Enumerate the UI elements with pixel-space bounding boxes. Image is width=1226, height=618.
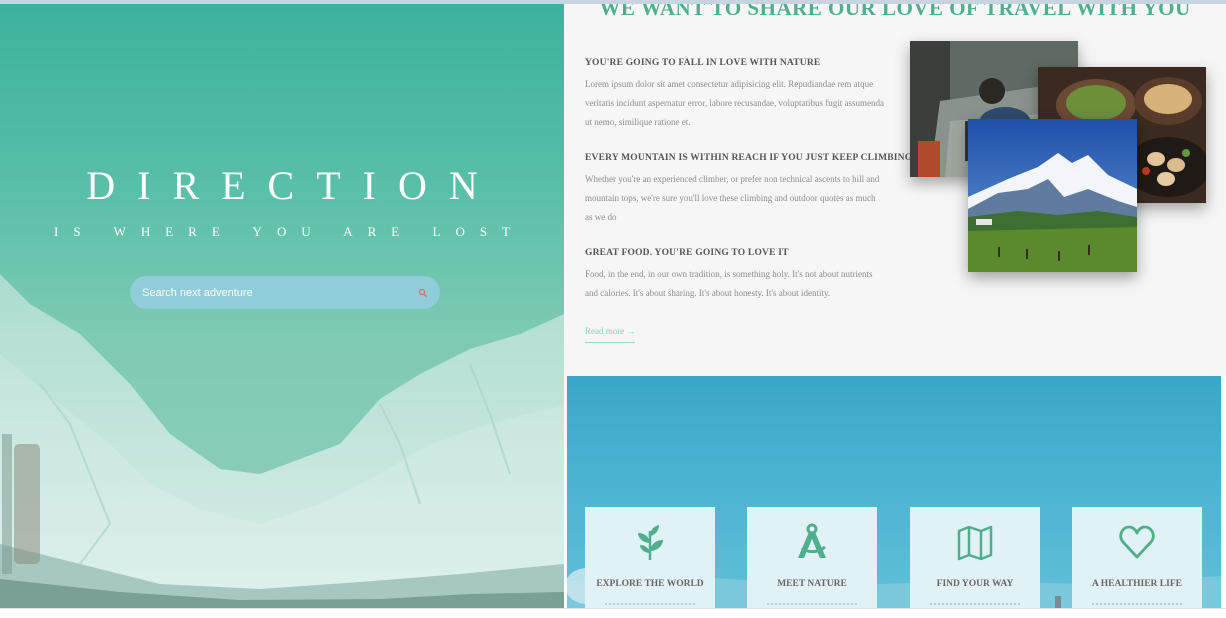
mountain-photo — [968, 119, 1137, 272]
feature-label-way: FIND YOUR WAY — [936, 579, 1014, 589]
feature-divider — [767, 603, 857, 606]
feature-divider — [1092, 603, 1182, 606]
feature-label-health: A HEALTHIER LIFE — [1092, 579, 1182, 589]
hero-section: DIRECTION IS WHERE YOU ARE LOST — [0, 4, 564, 608]
mountain-block: EVERY MOUNTAIN IS WITHIN REACH IF YOU JU… — [585, 153, 913, 227]
map-icon — [957, 525, 993, 561]
nature-block: YOU'RE GOING TO FALL IN LOVE WITH NATURE… — [585, 58, 885, 132]
food-text: Food, in the end, in our own tradition, … — [585, 269, 873, 298]
search-box — [130, 276, 440, 309]
search-input[interactable] — [130, 276, 440, 309]
nature-text: Lorem ipsum dolor sit amet consectetur a… — [585, 79, 885, 127]
hero-subtitle: IS WHERE YOU ARE LOST — [54, 224, 525, 239]
feature-label-explore: EXPLORE THE WORLD — [596, 579, 704, 589]
feature-card-nature[interactable]: MEET NATURE — [747, 507, 877, 608]
bottom-edge — [0, 608, 1226, 618]
feature-card-explore[interactable]: EXPLORE THE WORLD — [585, 507, 715, 608]
feature-divider — [930, 603, 1020, 606]
feature-card-way[interactable]: FIND YOUR WAY — [910, 507, 1040, 608]
about-section: WE WANT TO SHARE OUR LOVE OF TRAVEL WITH… — [564, 4, 1226, 376]
feature-label-nature: MEET NATURE — [777, 579, 847, 589]
feature-divider — [605, 603, 695, 606]
features-section: EXPLORE THE WORLD MEET NATURE FIND YOUR … — [567, 376, 1221, 608]
nature-title: YOU'RE GOING TO FALL IN LOVE WITH NATURE — [585, 58, 821, 68]
mountain-text: Whether you're an experienced climber, o… — [585, 174, 880, 222]
read-more-link[interactable]: Read more → — [585, 326, 636, 343]
section-heading: WE WANT TO SHARE OUR LOVE OF TRAVEL WITH… — [599, 4, 1191, 20]
feature-card-health[interactable]: A HEALTHIER LIFE — [1072, 507, 1202, 608]
food-title: GREAT FOOD. YOU'RE GOING TO LOVE IT — [585, 248, 789, 258]
hero-title: DIRECTION — [86, 163, 500, 208]
heart-icon — [1119, 525, 1155, 559]
compass-icon — [798, 523, 826, 558]
leaf-icon — [638, 525, 663, 560]
mountain-title: EVERY MOUNTAIN IS WITHIN REACH IF YOU JU… — [585, 153, 913, 163]
food-block: GREAT FOOD. YOU'RE GOING TO LOVE IT Food… — [585, 248, 885, 303]
search-icon[interactable] — [418, 288, 428, 298]
